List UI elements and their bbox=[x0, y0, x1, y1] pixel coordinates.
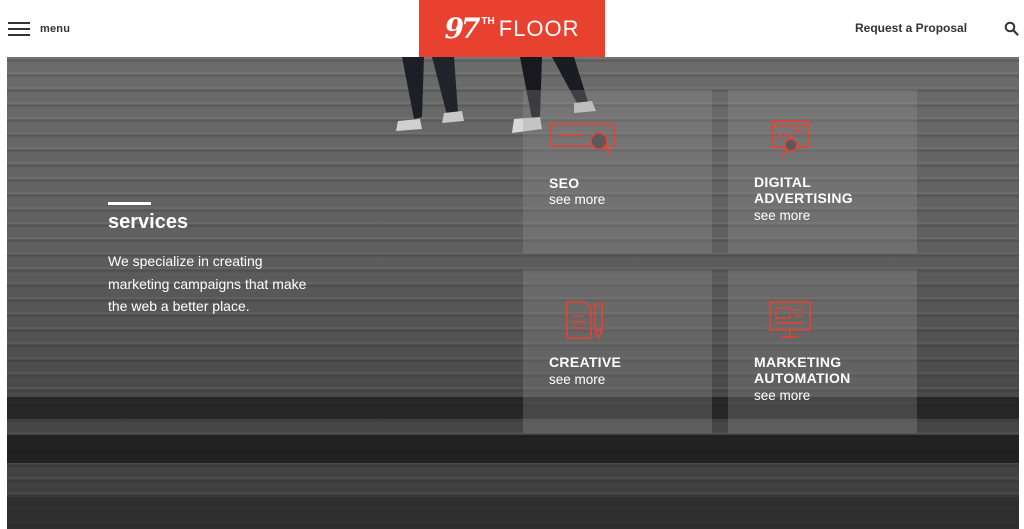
service-tile-creative[interactable]: CREATIVE see more bbox=[523, 270, 712, 433]
ad-analytics-icon bbox=[771, 120, 809, 157]
service-title: CREATIVE bbox=[549, 354, 622, 370]
menu-button[interactable]: menu bbox=[8, 18, 70, 40]
seo-search-bar-icon bbox=[549, 123, 615, 155]
search-icon[interactable] bbox=[1004, 21, 1019, 36]
service-title: SEO bbox=[549, 175, 580, 191]
services-heading: services bbox=[108, 211, 189, 233]
request-proposal-link[interactable]: Request a Proposal bbox=[855, 21, 967, 35]
monitor-icon bbox=[769, 301, 811, 338]
service-title-line: ADVERTISING bbox=[754, 190, 853, 206]
logo-number: 97 bbox=[444, 12, 480, 45]
service-title-line: AUTOMATION bbox=[754, 370, 851, 386]
document-pen-icon bbox=[566, 301, 603, 340]
service-title-line: MARKETING bbox=[754, 354, 842, 370]
site-header: menu 97 TH FLOOR Request a Proposal bbox=[0, 0, 1024, 57]
menu-label[interactable]: menu bbox=[40, 23, 70, 35]
service-tile-seo[interactable]: SEO see more bbox=[523, 90, 712, 253]
see-more-link[interactable]: see more bbox=[754, 208, 810, 223]
see-more-link[interactable]: see more bbox=[549, 192, 605, 207]
heading-rule bbox=[108, 202, 151, 205]
stair-shadow bbox=[7, 435, 1019, 463]
logo-word: FLOOR bbox=[498, 15, 580, 41]
see-more-link[interactable]: see more bbox=[549, 372, 605, 387]
service-title-line: DIGITAL bbox=[754, 174, 812, 190]
stair-shadow bbox=[7, 497, 1019, 529]
hamburger-icon[interactable] bbox=[8, 21, 30, 37]
services-description: We specialize in creating marketing camp… bbox=[108, 253, 307, 314]
service-title: MARKETING AUTOMATION bbox=[754, 354, 851, 386]
services-hero: services We specialize in creating marke… bbox=[7, 57, 1019, 529]
service-tile-marketing-automation[interactable]: MARKETING AUTOMATION see more bbox=[728, 270, 917, 433]
logo-superscript: TH bbox=[481, 16, 495, 27]
site-logo[interactable]: 97 TH FLOOR bbox=[419, 0, 605, 57]
service-title: DIGITAL ADVERTISING bbox=[754, 174, 853, 206]
service-tile-digital-advertising[interactable]: DIGITAL ADVERTISING see more bbox=[728, 90, 917, 253]
see-more-link[interactable]: see more bbox=[754, 388, 810, 403]
